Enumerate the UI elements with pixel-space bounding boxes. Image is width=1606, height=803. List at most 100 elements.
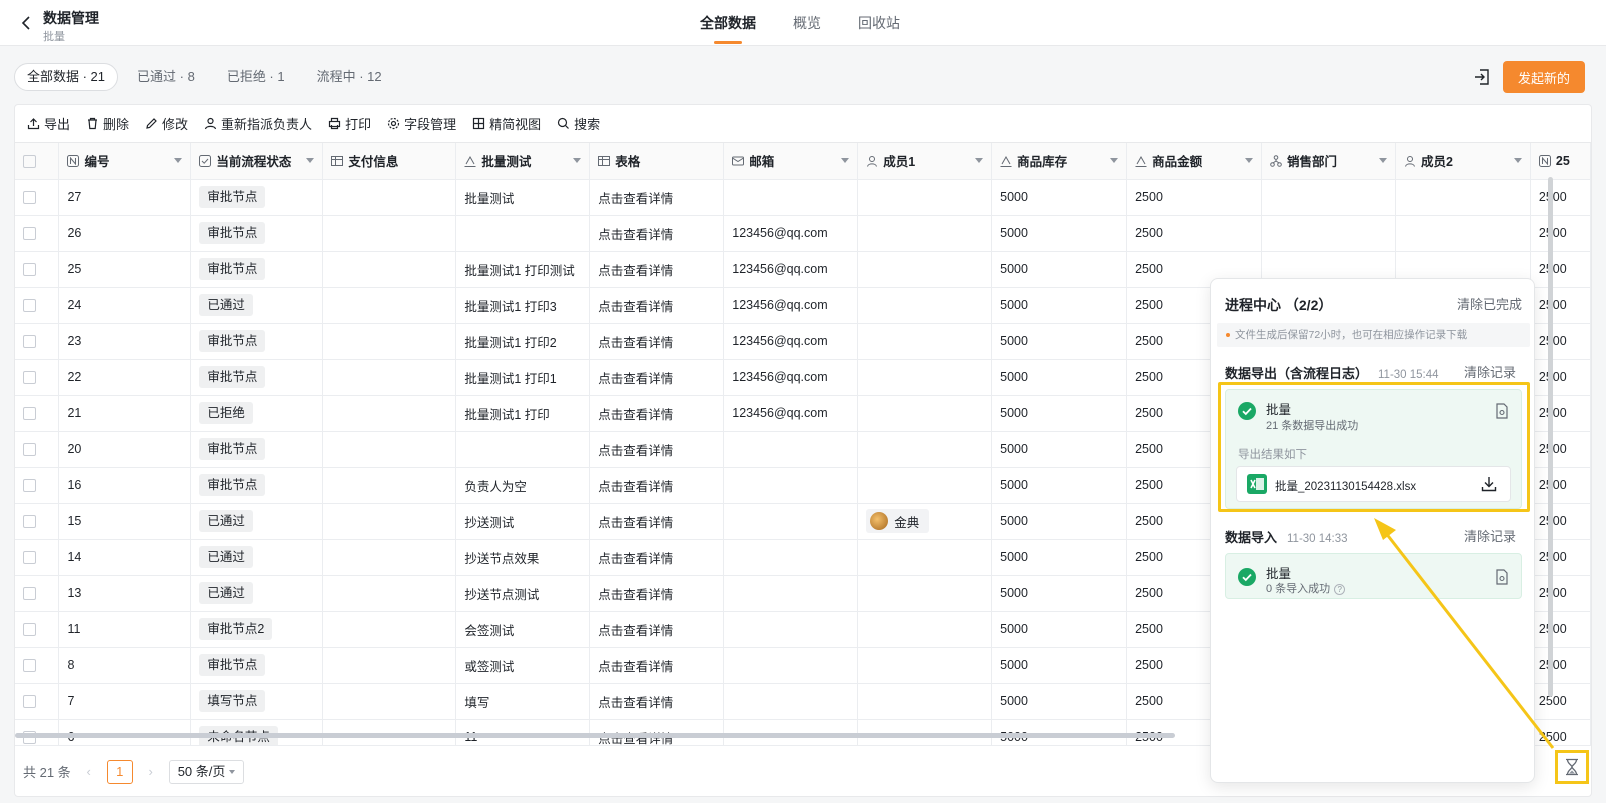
cell-text[interactable]: 点击查看详情 — [598, 696, 673, 710]
cell-text[interactable]: 点击查看详情 — [598, 192, 673, 206]
caret-down-icon[interactable] — [174, 158, 183, 163]
row-checkbox[interactable] — [23, 227, 36, 241]
col-header-status[interactable]: 当前流程状态 — [190, 143, 324, 180]
file-detail-icon[interactable] — [1495, 569, 1509, 585]
caret-down-icon[interactable] — [306, 158, 315, 163]
col-header-batch[interactable]: 批量测试 — [455, 143, 591, 180]
row-checkbox-cell[interactable] — [15, 287, 60, 324]
cell-text[interactable]: 点击查看详情 — [598, 264, 673, 278]
row-checkbox[interactable] — [23, 443, 36, 457]
row-checkbox-cell[interactable] — [15, 359, 60, 396]
row-checkbox[interactable] — [23, 623, 36, 637]
page-number-button[interactable]: 1 — [106, 759, 133, 784]
caret-down-icon[interactable] — [1513, 158, 1522, 163]
cell-text[interactable]: 点击查看详情 — [598, 228, 673, 242]
page-size-select[interactable]: 50 条/页 — [168, 759, 245, 784]
cell-table[interactable]: 点击查看详情 — [589, 647, 725, 684]
delete-button[interactable]: 删除 — [86, 114, 129, 133]
help-icon[interactable]: ? — [1334, 583, 1346, 595]
member-chip[interactable]: 金典 — [866, 509, 930, 533]
cell-text[interactable]: 点击查看详情 — [598, 660, 673, 674]
cell-table[interactable]: 点击查看详情 — [589, 323, 725, 360]
filter-in-process[interactable]: 流程中 · 12 — [304, 63, 395, 91]
col-header-email[interactable]: 邮箱 — [723, 143, 859, 180]
row-checkbox-cell[interactable] — [15, 215, 60, 252]
col-header-25[interactable]: 25 — [1530, 143, 1591, 180]
row-checkbox-cell[interactable] — [15, 611, 60, 648]
print-button[interactable]: 打印 — [328, 114, 371, 133]
field-manage-button[interactable]: 字段管理 — [387, 114, 456, 133]
row-checkbox-cell[interactable] — [15, 647, 60, 684]
cell-table[interactable]: 点击查看详情 — [589, 467, 725, 504]
row-checkbox[interactable] — [23, 299, 36, 313]
cell-text[interactable]: 点击查看详情 — [598, 588, 673, 602]
cell-table[interactable]: 点击查看详情 — [589, 395, 725, 432]
table-row[interactable]: 26 审批节点 点击查看详情 123456@qq.com 5000 2500 2500 — [15, 215, 1591, 252]
cell-text[interactable]: 点击查看详情 — [598, 624, 673, 638]
cell-table[interactable]: 点击查看详情 — [589, 719, 725, 745]
select-all-checkbox[interactable] — [15, 143, 60, 180]
tab-overview[interactable]: 概览 — [793, 0, 821, 46]
cell-text[interactable]: 点击查看详情 — [598, 408, 673, 422]
filter-all[interactable]: 全部数据 · 21 — [14, 63, 119, 91]
exit-icon[interactable] — [1472, 67, 1492, 87]
reassign-button[interactable]: 重新指派负责人 — [204, 114, 312, 133]
prev-page-icon[interactable]: ‹ — [81, 764, 97, 779]
caret-down-icon[interactable] — [841, 158, 850, 163]
row-checkbox[interactable] — [23, 659, 36, 673]
caret-down-icon[interactable] — [975, 158, 984, 163]
row-checkbox-cell[interactable] — [15, 683, 60, 720]
cell-text[interactable]: 点击查看详情 — [598, 480, 673, 494]
cell-table[interactable]: 点击查看详情 — [589, 611, 725, 648]
row-checkbox-cell[interactable] — [15, 539, 60, 576]
row-checkbox-cell[interactable] — [15, 575, 60, 612]
row-checkbox-cell[interactable] — [15, 719, 60, 745]
row-checkbox[interactable] — [23, 551, 36, 565]
row-checkbox-cell[interactable] — [15, 251, 60, 288]
file-detail-icon[interactable] — [1495, 403, 1509, 419]
progress-center-button[interactable] — [1555, 750, 1589, 784]
tab-recycle-bin[interactable]: 回收站 — [858, 0, 900, 46]
filter-rejected[interactable]: 已拒绝 · 1 — [214, 63, 298, 91]
row-checkbox[interactable] — [23, 371, 36, 385]
caret-down-icon[interactable] — [1245, 158, 1254, 163]
cell-table[interactable]: 点击查看详情 — [589, 287, 725, 324]
cell-table[interactable]: 点击查看详情 — [589, 683, 725, 720]
row-checkbox[interactable] — [23, 515, 36, 529]
back-arrow-icon[interactable] — [18, 14, 36, 32]
filter-approved[interactable]: 已通过 · 8 — [124, 63, 208, 91]
export-file-row[interactable]: 批量_20231130154428.xlsx — [1236, 466, 1511, 502]
checkbox[interactable] — [23, 154, 36, 168]
cell-table[interactable]: 点击查看详情 — [589, 251, 725, 288]
row-checkbox[interactable] — [23, 587, 36, 601]
start-new-button[interactable]: 发起新的 — [1503, 61, 1585, 93]
next-page-icon[interactable]: › — [143, 764, 159, 779]
row-checkbox-cell[interactable] — [15, 503, 60, 540]
row-checkbox[interactable] — [23, 263, 36, 277]
export-button[interactable]: 导出 — [27, 114, 70, 133]
cell-text[interactable]: 点击查看详情 — [598, 300, 673, 314]
col-header-stock[interactable]: 商品库存 — [991, 143, 1128, 180]
cell-table[interactable]: 点击查看详情 — [589, 215, 725, 252]
col-header-payment[interactable]: 支付信息 — [322, 143, 457, 180]
clear-import-record-link[interactable]: 清除记录 — [1464, 526, 1516, 545]
cell-table[interactable]: 点击查看详情 — [589, 359, 725, 396]
col-header-table[interactable]: 表格 — [589, 143, 725, 180]
row-checkbox-cell[interactable] — [15, 323, 60, 360]
row-checkbox-cell[interactable] — [15, 179, 60, 216]
edit-button[interactable]: 修改 — [145, 114, 188, 133]
cell-table[interactable]: 点击查看详情 — [589, 431, 725, 468]
clear-export-record-link[interactable]: 清除记录 — [1464, 362, 1516, 381]
cell-text[interactable]: 点击查看详情 — [598, 552, 673, 566]
cell-text[interactable]: 点击查看详情 — [598, 444, 673, 458]
tab-all-data[interactable]: 全部数据 — [700, 0, 756, 46]
cell-text[interactable]: 点击查看详情 — [598, 372, 673, 386]
cell-text[interactable]: 点击查看详情 — [598, 516, 673, 530]
row-checkbox[interactable] — [23, 407, 36, 421]
table-row[interactable]: 27 审批节点 批量测试 点击查看详情 5000 2500 2500 — [15, 179, 1591, 216]
download-icon[interactable] — [1480, 475, 1498, 493]
vertical-scrollbar[interactable] — [1548, 177, 1553, 697]
row-checkbox[interactable] — [23, 695, 36, 709]
cell-table[interactable]: 点击查看详情 — [589, 575, 725, 612]
row-checkbox-cell[interactable] — [15, 467, 60, 504]
